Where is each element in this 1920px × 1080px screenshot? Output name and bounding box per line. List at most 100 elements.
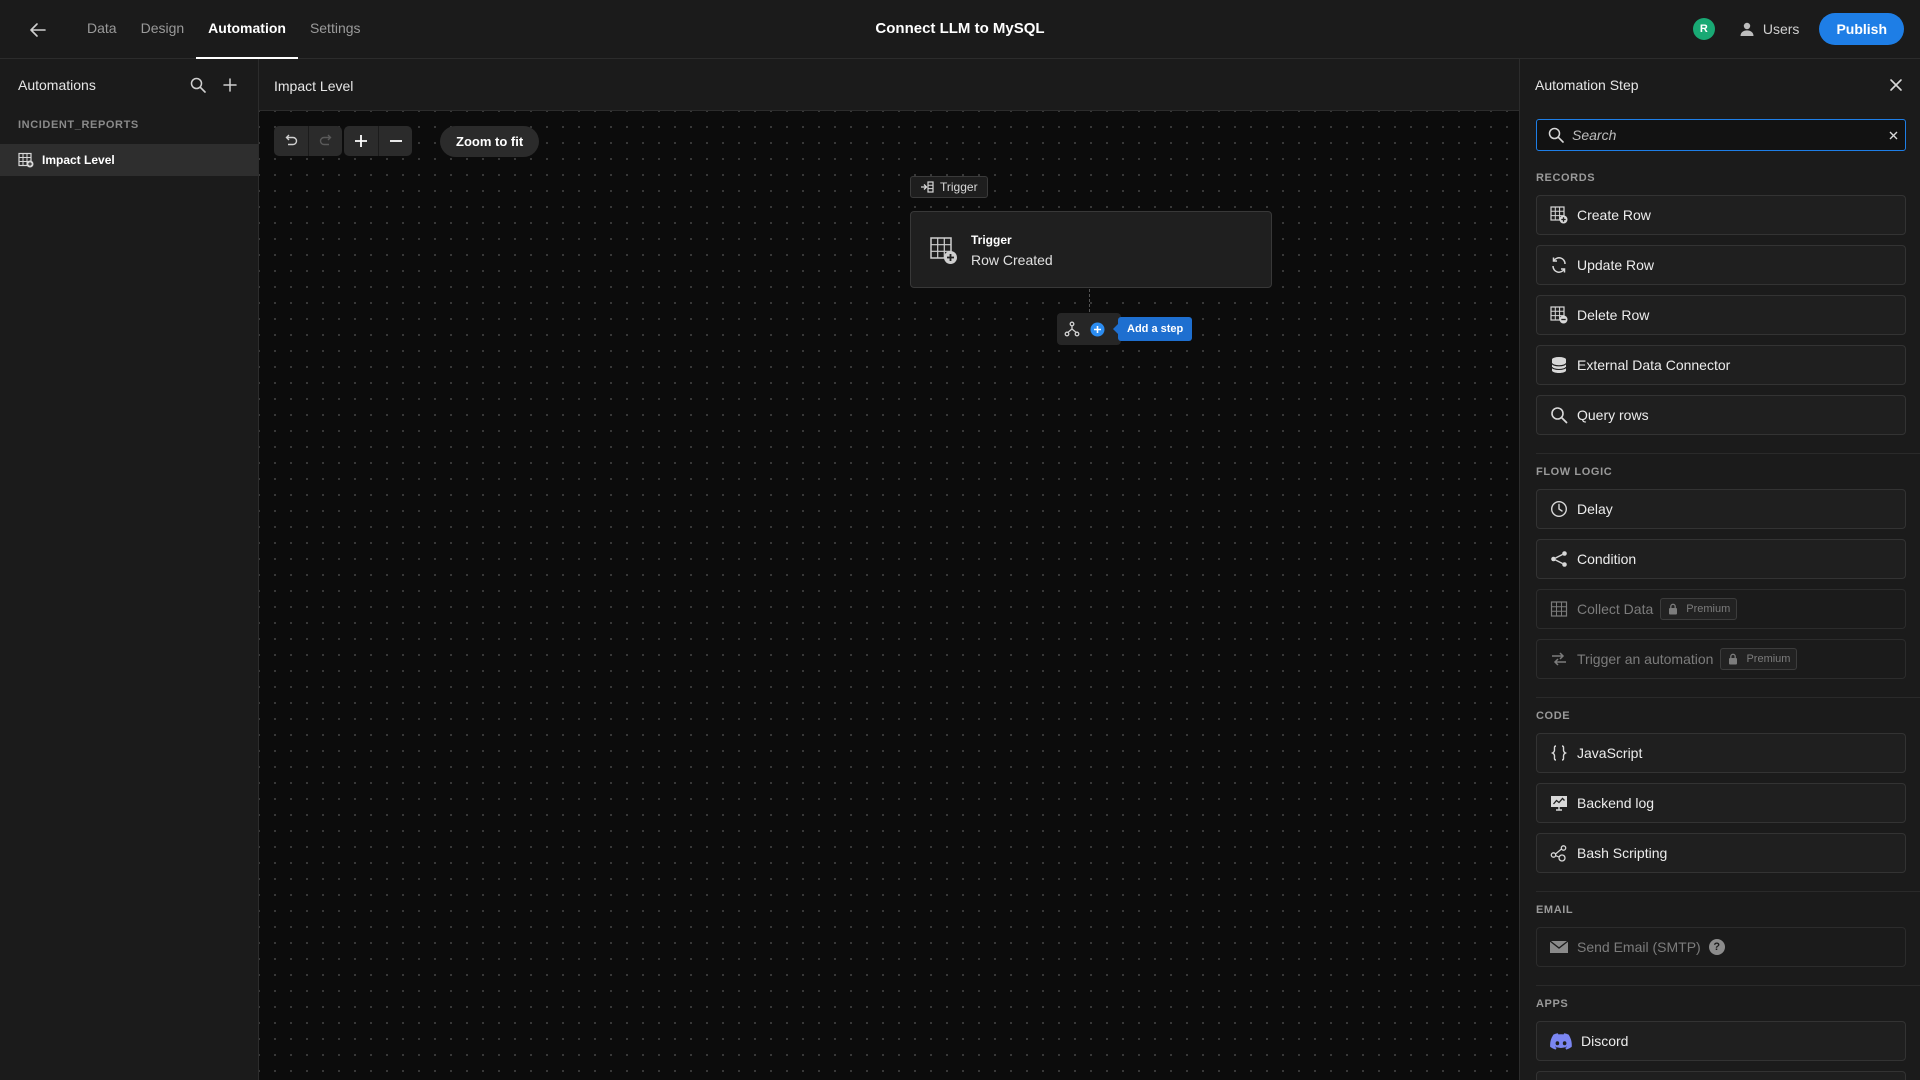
step-delay[interactable]: Delay — [1536, 489, 1906, 529]
tab-data[interactable]: Data — [75, 0, 129, 59]
group-label-records: RECORDS — [1536, 172, 1596, 184]
search-input[interactable] — [1564, 120, 1881, 150]
step-label: Delay — [1577, 501, 1613, 517]
avatar[interactable]: R — [1692, 18, 1715, 40]
table-add-icon — [930, 237, 958, 268]
braces-icon — [1549, 743, 1569, 763]
table-add-icon — [18, 152, 34, 168]
add-step-button[interactable] — [1087, 322, 1107, 337]
automation-step-panel: Automation Step RECORDS Create Row Updat… — [1519, 59, 1920, 1080]
step-label: Bash Scripting — [1577, 845, 1668, 861]
undo-button[interactable] — [274, 126, 308, 156]
close-panel-button[interactable] — [1884, 73, 1908, 97]
tab-design[interactable]: Design — [129, 0, 197, 59]
step-backend-log[interactable]: Backend log — [1536, 783, 1906, 823]
nav-tabs: Data Design Automation Settings — [75, 0, 373, 59]
zoom-to-fit-button[interactable]: Zoom to fit — [440, 126, 540, 157]
back-button[interactable] — [26, 18, 50, 42]
clear-search-button[interactable] — [1881, 131, 1905, 140]
arrow-left-icon — [30, 23, 46, 37]
step-collect-data: Collect Data Premium — [1536, 589, 1906, 629]
add-branch-button[interactable] — [1057, 321, 1087, 337]
add-step-tooltip: Add a step — [1112, 317, 1193, 341]
database-icon — [1549, 355, 1569, 375]
user-icon — [1740, 22, 1754, 36]
premium-label: Premium — [1746, 653, 1791, 665]
clock-icon — [1549, 499, 1569, 519]
step-label: External Data Connector — [1577, 357, 1731, 373]
step-label: Update Row — [1577, 257, 1655, 273]
table-add-icon — [1549, 205, 1569, 225]
discord-icon — [1549, 1031, 1573, 1051]
add-automation-button[interactable] — [218, 73, 242, 97]
step-label: Discord — [1581, 1033, 1629, 1049]
plus-circle-icon — [1090, 322, 1104, 336]
step-update-row[interactable]: Update Row — [1536, 245, 1906, 285]
lock-icon — [1669, 603, 1678, 615]
top-bar: Data Design Automation Settings Connect … — [0, 0, 1920, 59]
step-delete-row[interactable]: Delete Row — [1536, 295, 1906, 335]
step-search — [1536, 119, 1906, 151]
redo-button[interactable] — [308, 126, 342, 156]
group-divider — [1536, 697, 1920, 698]
step-label: Backend log — [1577, 795, 1655, 811]
publish-button[interactable]: Publish — [1819, 13, 1904, 45]
step-label: JavaScript — [1577, 745, 1643, 761]
monitor-icon — [1549, 793, 1569, 813]
automation-canvas[interactable]: Zoom to fit Trigger Trigger Row Created … — [259, 111, 1519, 1080]
users-button[interactable]: Users — [1739, 21, 1799, 37]
tab-automation[interactable]: Automation — [196, 0, 298, 59]
panel-title: Automation Step — [1535, 77, 1639, 93]
step-bash-scripting[interactable]: Bash Scripting — [1536, 833, 1906, 873]
group-label-code: CODE — [1536, 710, 1571, 722]
branch-icon — [1064, 321, 1080, 337]
step-discord[interactable]: Discord — [1536, 1021, 1906, 1061]
group-label-email: EMAIL — [1536, 904, 1574, 916]
step-send-email-smtp: Send Email (SMTP) ? — [1536, 927, 1906, 967]
help-icon[interactable]: ? — [1708, 939, 1725, 955]
automation-title: Impact Level — [274, 78, 354, 94]
group-label-flow-logic: FLOW LOGIC — [1536, 466, 1613, 478]
trigger-icon — [921, 181, 934, 193]
sidebar-search-button[interactable] — [186, 73, 210, 97]
step-trigger-an-automation: Trigger an automation Premium — [1536, 639, 1906, 679]
group-divider — [1536, 985, 1920, 986]
step-javascript[interactable]: JavaScript — [1536, 733, 1906, 773]
tab-settings[interactable]: Settings — [298, 0, 373, 59]
canvas-header: Impact Level — [259, 59, 1519, 111]
trigger-card-subtitle: Row Created — [971, 252, 1053, 268]
step-label: Trigger an automation — [1577, 651, 1714, 667]
search-icon — [1548, 127, 1564, 143]
group-divider — [1536, 891, 1920, 892]
step-external-data-connector[interactable]: External Data Connector — [1536, 345, 1906, 385]
step-label: Collect Data — [1577, 601, 1654, 617]
undo-redo-group — [274, 126, 342, 156]
step-query-rows[interactable]: Query rows — [1536, 395, 1906, 435]
group-label-apps: APPS — [1536, 998, 1569, 1010]
sidebar-section-label: INCIDENT_REPORTS — [18, 119, 139, 131]
zoom-group — [344, 126, 412, 156]
sidebar-item-impact-level[interactable]: Impact Level — [0, 144, 258, 176]
step-create-row[interactable]: Create Row — [1536, 195, 1906, 235]
premium-label: Premium — [1686, 603, 1731, 615]
premium-badge: Premium — [1720, 648, 1798, 670]
close-icon — [1890, 79, 1902, 91]
step-label: Query rows — [1577, 407, 1649, 423]
grid-icon — [1549, 599, 1569, 619]
step-label: Send Email (SMTP) — [1577, 939, 1701, 955]
trigger-tag-label: Trigger — [940, 180, 978, 194]
add-step-controls — [1057, 313, 1121, 345]
trigger-card-title: Trigger — [971, 233, 1012, 247]
mail-icon — [1549, 937, 1569, 957]
trigger-card[interactable]: Trigger Row Created — [910, 211, 1272, 288]
redo-icon — [319, 134, 331, 146]
step-next-app[interactable] — [1536, 1071, 1906, 1080]
search-icon — [190, 77, 206, 93]
swap-icon — [1549, 649, 1569, 669]
step-label: Condition — [1577, 551, 1637, 567]
step-condition[interactable]: Condition — [1536, 539, 1906, 579]
nodes-icon — [1549, 843, 1569, 863]
zoom-in-button[interactable] — [344, 126, 378, 156]
sidebar-item-label: Impact Level — [42, 153, 115, 167]
zoom-out-button[interactable] — [378, 126, 412, 156]
